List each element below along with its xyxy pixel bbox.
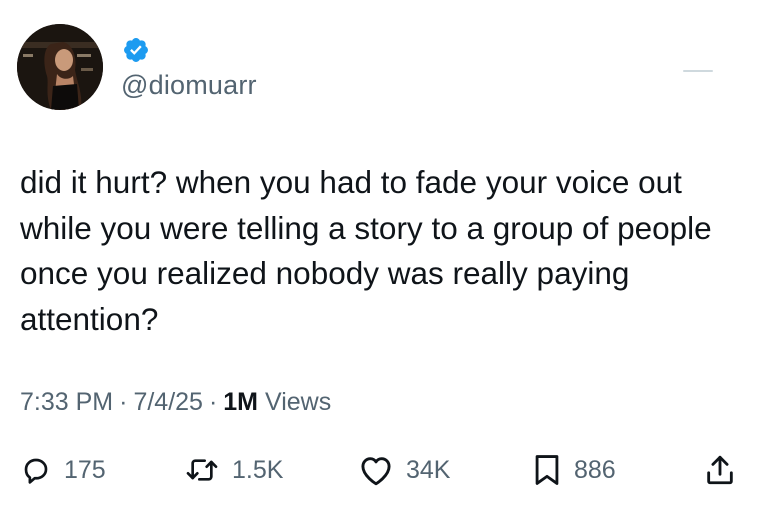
more-options-indicator [683,70,713,72]
action-bar: 175 1.5K 34K 886 [0,444,760,496]
share-icon [707,455,733,485]
avatar[interactable] [17,24,103,110]
bookmark-count: 886 [574,455,616,484]
reply-button[interactable]: 175 [20,444,106,496]
repost-count: 1.5K [232,455,284,484]
bookmark-button[interactable]: 886 [532,444,616,496]
tweet-date[interactable]: 7/4/25 [133,388,203,416]
author-handle[interactable]: @diomuarr [121,70,257,101]
views-count: 1M [223,388,259,416]
verified-badge-icon [124,38,148,62]
heart-icon [361,457,391,486]
views-label: Views [264,388,332,416]
tweet-time[interactable]: 7:33 PM [20,388,113,416]
like-count: 34K [406,455,451,484]
meta-separator: · [208,388,218,416]
bookmark-icon [535,455,559,485]
repost-button[interactable]: 1.5K [184,444,283,496]
share-button[interactable] [704,444,736,496]
tweet-text: did it hurt? when you had to fade your v… [20,164,712,337]
repost-icon [186,459,218,481]
reply-count: 175 [64,455,106,484]
reply-icon [24,458,48,484]
like-button[interactable]: 34K [358,444,450,496]
meta-separator: · [119,388,128,416]
tweet-meta: 7:33 PM · 7/4/25 · 1M Views [20,388,331,417]
avatar-photo [17,24,103,110]
